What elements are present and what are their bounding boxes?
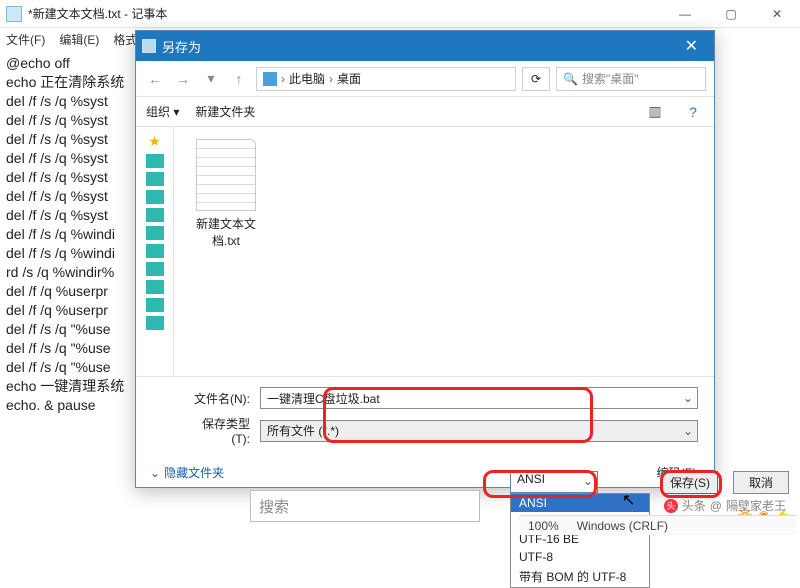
chevron-down-icon[interactable]: ⌄ bbox=[583, 474, 593, 488]
search-input[interactable]: 🔍 搜索"桌面" bbox=[556, 67, 706, 91]
menu-file[interactable]: 文件(F) bbox=[6, 31, 45, 48]
chevron-down-icon: ⌄ bbox=[150, 466, 160, 480]
maximize-button[interactable]: ▢ bbox=[708, 0, 754, 28]
new-folder-button[interactable]: 新建文件夹 bbox=[195, 103, 255, 120]
place-item[interactable] bbox=[146, 190, 164, 204]
status-zoom: 100% bbox=[528, 519, 559, 533]
watermark: 头头条@隔壁家老王 bbox=[664, 497, 786, 514]
view-button[interactable]: ▥ bbox=[644, 103, 666, 120]
place-item[interactable] bbox=[146, 208, 164, 222]
place-item[interactable] bbox=[146, 226, 164, 240]
place-item[interactable] bbox=[146, 154, 164, 168]
place-item[interactable] bbox=[146, 316, 164, 330]
refresh-button[interactable]: ⟳ bbox=[522, 67, 550, 91]
pc-icon bbox=[263, 72, 277, 86]
filename-value: 一键清理C盘垃圾.bat bbox=[267, 390, 380, 407]
recent-dropdown[interactable]: ▾ bbox=[200, 70, 222, 87]
favorites-icon[interactable]: ★ bbox=[148, 133, 161, 150]
window-title: *新建文本文档.txt - 记事本 bbox=[28, 5, 167, 22]
minimize-button[interactable]: — bbox=[662, 0, 708, 28]
breadcrumb[interactable]: › 此电脑 › 桌面 bbox=[256, 67, 516, 91]
taskbar-search[interactable]: 搜索 bbox=[250, 490, 480, 522]
encoding-value: ANSI bbox=[511, 472, 545, 486]
help-button[interactable]: ? bbox=[682, 104, 704, 120]
save-as-dialog: 另存为 ✕ ← → ▾ ↑ › 此电脑 › 桌面 ⟳ 🔍 搜索"桌面" 组织 ▾… bbox=[135, 30, 715, 488]
search-placeholder: 搜索 bbox=[259, 496, 289, 517]
save-button[interactable]: 保存(S) bbox=[662, 471, 718, 494]
forward-button[interactable]: → bbox=[172, 71, 194, 87]
encoding-select[interactable]: ANSI ⌄ bbox=[510, 471, 598, 493]
filename-label: 文件名(N): bbox=[188, 390, 250, 407]
place-item[interactable] bbox=[146, 244, 164, 258]
close-button[interactable]: ✕ bbox=[754, 0, 800, 28]
enc-option-utf8bom[interactable]: 带有 BOM 的 UTF-8 bbox=[511, 566, 649, 587]
enc-option-utf8[interactable]: UTF-8 bbox=[511, 548, 649, 566]
cancel-button[interactable]: 取消 bbox=[733, 471, 789, 494]
crumb-desktop[interactable]: 桌面 bbox=[337, 70, 361, 87]
toutiao-logo-icon: 头 bbox=[664, 499, 678, 513]
search-placeholder: 搜索"桌面" bbox=[582, 70, 639, 87]
status-eol: Windows (CRLF) bbox=[577, 519, 668, 533]
crumb-pc[interactable]: 此电脑 bbox=[289, 70, 325, 87]
file-name: 新建文本文档.txt bbox=[186, 215, 266, 249]
organize-button[interactable]: 组织 ▾ bbox=[146, 103, 179, 120]
notepad-icon bbox=[6, 6, 22, 22]
dialog-title: 另存为 bbox=[162, 37, 201, 56]
status-bar: 100% Windows (CRLF) bbox=[520, 515, 796, 535]
filetype-select[interactable]: 所有文件 (*.*) ⌄ bbox=[260, 420, 698, 442]
search-icon: 🔍 bbox=[563, 72, 578, 86]
hide-folders-link[interactable]: ⌄隐藏文件夹 bbox=[150, 464, 224, 481]
txt-file-icon bbox=[196, 139, 256, 211]
filetype-value: 所有文件 (*.*) bbox=[267, 422, 339, 439]
place-item[interactable] bbox=[146, 172, 164, 186]
dialog-icon bbox=[142, 39, 156, 53]
menu-edit[interactable]: 编辑(E) bbox=[59, 31, 99, 48]
filetype-label: 保存类型(T): bbox=[188, 415, 250, 446]
chevron-down-icon[interactable]: ⌄ bbox=[683, 424, 693, 438]
place-item[interactable] bbox=[146, 262, 164, 276]
chevron-down-icon[interactable]: ⌄ bbox=[683, 391, 693, 405]
place-item[interactable] bbox=[146, 298, 164, 312]
mouse-cursor: ↖ bbox=[622, 490, 635, 510]
place-item[interactable] bbox=[146, 280, 164, 294]
dialog-close-button[interactable]: ✕ bbox=[675, 36, 708, 56]
places-sidebar[interactable]: ★ bbox=[136, 127, 174, 376]
file-item[interactable]: 新建文本文档.txt bbox=[186, 139, 266, 249]
back-button[interactable]: ← bbox=[144, 71, 166, 87]
filename-input[interactable]: 一键清理C盘垃圾.bat ⌄ bbox=[260, 387, 698, 409]
up-button[interactable]: ↑ bbox=[228, 71, 250, 87]
